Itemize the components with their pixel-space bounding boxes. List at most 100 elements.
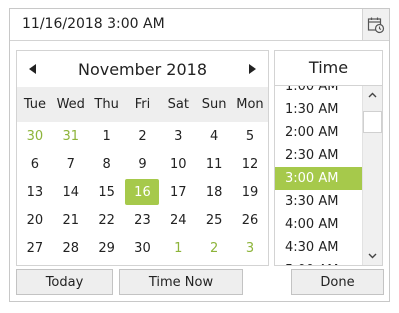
calendar-day[interactable]: 11 xyxy=(196,150,232,178)
calendar-day-number: 25 xyxy=(205,212,223,228)
calendar-day-number: 11 xyxy=(205,156,223,172)
datetime-input[interactable]: 11/16/2018 3:00 AM xyxy=(10,9,389,41)
time-item[interactable]: 2:30 AM xyxy=(275,144,362,167)
calendar-day-number: 2 xyxy=(210,240,219,256)
calendar-day[interactable]: 27 xyxy=(17,234,53,262)
calendar-day-grid: 30 31 1 2 3 4 5 6 7 8 9 10 11 12 13 14 15 16 17 18 19 20 21 22 2… xyxy=(17,122,268,262)
calendar-day-number: 26 xyxy=(241,212,259,228)
calendar-week-row: 27 28 29 30 1 2 3 xyxy=(17,234,268,262)
calendar-day[interactable]: 2 xyxy=(125,122,161,150)
time-header: Time xyxy=(275,51,382,86)
calendar-day-number: 10 xyxy=(170,156,187,172)
calendar-day-number: 14 xyxy=(62,184,80,200)
calendar-day-number: 29 xyxy=(98,240,115,256)
calendar-day-number: 17 xyxy=(170,184,187,200)
calendar-day[interactable]: 8 xyxy=(89,150,125,178)
calendar-day[interactable]: 22 xyxy=(89,206,125,234)
time-item[interactable]: 4:00 AM xyxy=(275,213,362,236)
calendar-day-number: 2 xyxy=(138,128,147,144)
calendar-day-number: 8 xyxy=(102,156,111,172)
calendar-week-row: 13 14 15 16 17 18 19 xyxy=(17,178,268,206)
calendar-day-selected[interactable]: 16 xyxy=(125,178,161,206)
calendar-day-other-month[interactable]: 30 xyxy=(17,122,53,150)
calendar-day[interactable]: 28 xyxy=(53,234,89,262)
calendar-day-number: 15 xyxy=(98,184,115,200)
calendar-day[interactable]: 30 xyxy=(125,234,161,262)
calendar-day[interactable]: 6 xyxy=(17,150,53,178)
datetime-input-value[interactable]: 11/16/2018 3:00 AM xyxy=(22,16,165,32)
month-title[interactable]: November 2018 xyxy=(17,60,268,79)
time-scrollbar[interactable] xyxy=(362,86,382,265)
weekday-label: Thu xyxy=(94,97,119,112)
calendar-day-number: 18 xyxy=(205,184,223,200)
calendar-day[interactable]: 3 xyxy=(160,122,196,150)
calendar-day[interactable]: 25 xyxy=(196,206,232,234)
weekday-label: Sun xyxy=(201,97,227,112)
calendar-day-other-month[interactable]: 3 xyxy=(232,234,268,262)
time-list[interactable]: 1:00 AM 1:30 AM 2:00 AM 2:30 AM 3:00 AM 3:30 … xyxy=(275,86,362,265)
done-button[interactable]: Done xyxy=(291,269,384,295)
calendar-day-number: 12 xyxy=(241,156,259,172)
calendar-day-other-month[interactable]: 2 xyxy=(196,234,232,262)
calendar-day-number: 7 xyxy=(66,156,75,172)
weekday-label: Wed xyxy=(56,97,85,112)
calendar-day[interactable]: 7 xyxy=(53,150,89,178)
calendar-day-number: 30 xyxy=(134,240,151,256)
scroll-up-button[interactable] xyxy=(363,86,382,104)
calendar-day[interactable]: 5 xyxy=(232,122,268,150)
time-item[interactable]: 2:00 AM xyxy=(275,121,362,144)
time-now-button[interactable]: Time Now xyxy=(119,269,243,295)
today-button[interactable]: Today xyxy=(16,269,113,295)
calendar-day[interactable]: 23 xyxy=(125,206,161,234)
time-item[interactable]: 1:30 AM xyxy=(275,98,362,121)
next-month-button[interactable] xyxy=(243,60,261,78)
calendar-day[interactable]: 26 xyxy=(232,206,268,234)
calendar-day-number: 3 xyxy=(245,240,255,256)
calendar-day[interactable]: 24 xyxy=(160,206,196,234)
calendar-day-number: 1 xyxy=(174,240,183,256)
calendar-day-other-month[interactable]: 1 xyxy=(160,234,196,262)
calendar-day[interactable]: 18 xyxy=(196,178,232,206)
calendar-day-other-month[interactable]: 31 xyxy=(53,122,89,150)
time-item-selected[interactable]: 3:00 AM xyxy=(275,167,362,190)
calendar-day-number: 4 xyxy=(210,128,219,144)
calendar-panel: November 2018 Tue Wed Thu Fri Sat Sun Mo… xyxy=(16,50,269,266)
calendar-day-number: 20 xyxy=(26,212,44,228)
calendar-day[interactable]: 4 xyxy=(196,122,232,150)
chevron-up-icon xyxy=(368,92,377,98)
calendar-day[interactable]: 17 xyxy=(160,178,196,206)
calendar-day[interactable]: 21 xyxy=(53,206,89,234)
time-item[interactable]: 4:30 AM xyxy=(275,236,362,259)
scroll-down-button[interactable] xyxy=(363,247,382,265)
calendar-day-number: 28 xyxy=(62,240,80,256)
calendar-day[interactable]: 1 xyxy=(89,122,125,150)
triangle-right-icon xyxy=(249,64,256,74)
calendar-day-number: 13 xyxy=(26,184,44,200)
calendar-day[interactable]: 14 xyxy=(53,178,89,206)
calendar-day[interactable]: 9 xyxy=(125,150,161,178)
calendar-day-number: 27 xyxy=(26,240,44,256)
time-item[interactable]: 5:00 AM xyxy=(275,259,362,265)
calendar-week-row: 6 7 8 9 10 11 12 xyxy=(17,150,268,178)
time-item[interactable]: 3:30 AM xyxy=(275,190,362,213)
calendar-clock-icon xyxy=(367,17,385,33)
calendar-day[interactable]: 12 xyxy=(232,150,268,178)
calendar-day[interactable]: 20 xyxy=(17,206,53,234)
weekday-label: Fri xyxy=(134,97,151,112)
weekday-label: Sat xyxy=(167,97,189,112)
calendar-day[interactable]: 13 xyxy=(17,178,53,206)
calendar-day[interactable]: 29 xyxy=(89,234,125,262)
calendar-day-number: 1 xyxy=(102,128,111,144)
time-item[interactable]: 1:00 AM xyxy=(275,86,362,98)
calendar-day-number: 16 xyxy=(125,179,160,205)
calendar-day-number: 3 xyxy=(174,128,183,144)
chevron-down-icon xyxy=(368,253,377,259)
calendar-day-number: 6 xyxy=(30,156,40,172)
calendar-day-number: 19 xyxy=(241,184,259,200)
calendar-day[interactable]: 19 xyxy=(232,178,268,206)
time-list-items: 1:00 AM 1:30 AM 2:00 AM 2:30 AM 3:00 AM 3:30 … xyxy=(275,86,362,265)
calendar-toggle-button[interactable] xyxy=(362,9,389,40)
calendar-day[interactable]: 10 xyxy=(160,150,196,178)
scrollbar-thumb[interactable] xyxy=(363,111,382,133)
calendar-day[interactable]: 15 xyxy=(89,178,125,206)
